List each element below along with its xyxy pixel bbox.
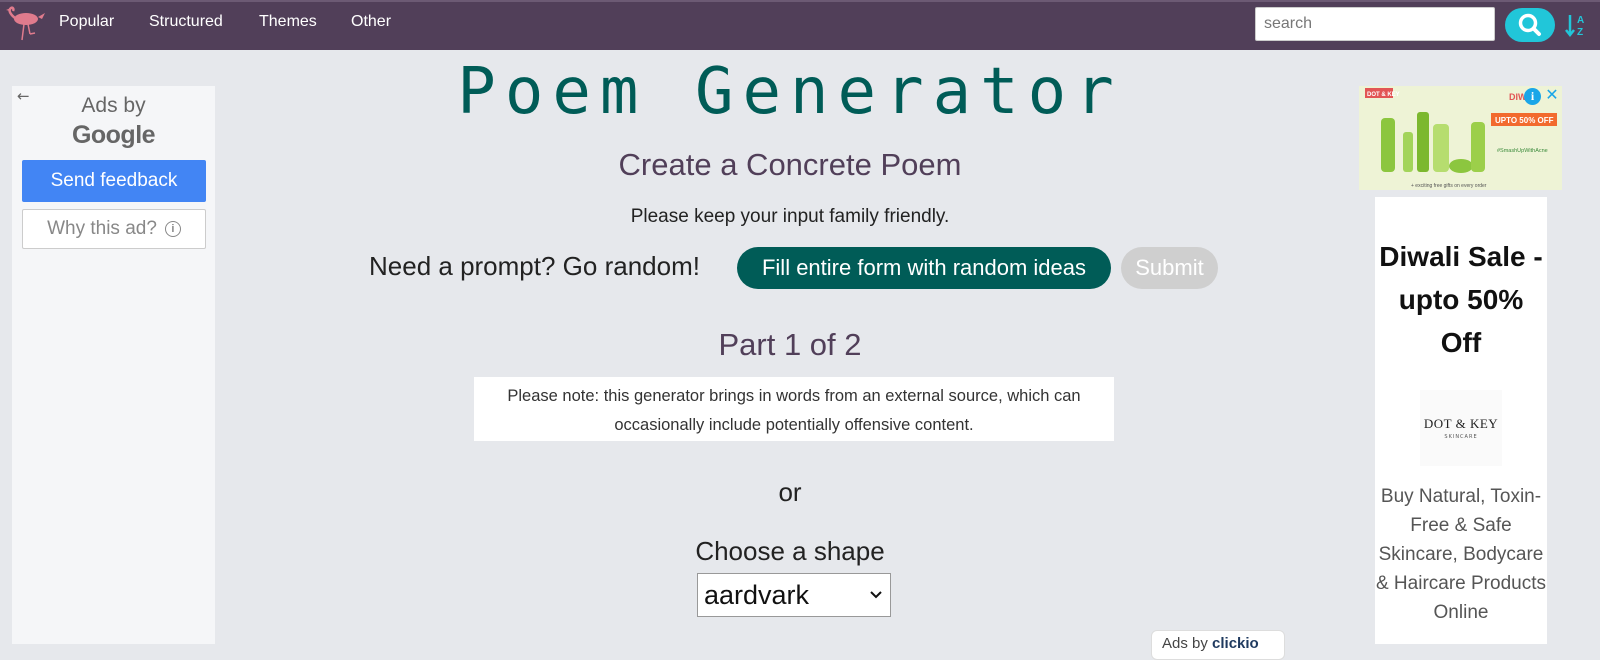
ads-by-label: Ads by <box>81 94 146 117</box>
submit-button[interactable]: Submit <box>1121 247 1218 289</box>
content-warning: Please note: this generator brings in wo… <box>474 377 1114 441</box>
top-navbar: Popular Structured Themes Other A Z <box>0 0 1600 50</box>
flamingo-logo-icon[interactable] <box>2 4 46 44</box>
adchoices-icon[interactable]: i <box>1524 88 1541 105</box>
part-indicator: Part 1 of 2 <box>718 327 862 362</box>
nav-link-themes[interactable]: Themes <box>259 13 317 31</box>
family-friendly-note: Please keep your input family friendly. <box>630 206 950 227</box>
why-this-ad-button[interactable]: Why this ad? i <box>22 209 206 249</box>
ad-deal-title[interactable]: Diwali Sale - upto 50% Off <box>1375 235 1547 364</box>
nav-link-other[interactable]: Other <box>351 13 391 31</box>
search-button[interactable] <box>1505 8 1555 42</box>
info-icon: i <box>164 221 181 237</box>
ads-by-clickio-badge[interactable]: Ads by clickio <box>1151 630 1285 660</box>
fill-random-button[interactable]: Fill entire form with random ideas <box>737 247 1111 289</box>
close-icon[interactable]: ✕ <box>1543 86 1561 104</box>
nav-link-popular[interactable]: Popular <box>59 13 114 31</box>
brand-logo: DOT & KEY SKINCARE <box>1420 390 1502 466</box>
brand-logo-name: DOT & KEY <box>1423 416 1499 431</box>
send-feedback-button[interactable]: Send feedback <box>22 160 206 202</box>
site-title: Poem Generator <box>457 55 1123 129</box>
why-this-ad-label: Why this ad? <box>47 218 157 239</box>
ad-deal-text[interactable]: Buy Natural, Toxin-Free & Safe Skincare,… <box>1375 482 1547 627</box>
banner-brand: DOT & KEY <box>1367 92 1400 98</box>
google-logo: Google <box>71 121 156 149</box>
search-icon <box>1518 13 1541 36</box>
svg-text:A: A <box>1577 15 1584 26</box>
navbar-top-line <box>0 0 1600 2</box>
shape-select-value: aardvark <box>704 580 810 610</box>
nav-link-structured[interactable]: Structured <box>149 13 223 31</box>
svg-text:Z: Z <box>1577 27 1583 38</box>
sort-az-icon[interactable]: A Z <box>1565 12 1589 38</box>
banner-hashtag: #SmashUpWithAcne <box>1497 148 1548 154</box>
page-subtitle: Create a Concrete Poem <box>618 147 962 182</box>
banner-offer: UPTO 50% OFF <box>1495 116 1554 125</box>
chevron-down-icon <box>870 591 882 599</box>
or-separator: or <box>778 477 802 507</box>
brand-logo-sub: SKINCARE <box>1444 434 1478 440</box>
search-input[interactable] <box>1255 7 1495 41</box>
random-prompt-label: Need a prompt? Go random! <box>369 251 700 281</box>
shape-select[interactable]: aardvark <box>697 573 891 617</box>
choose-shape-label: Choose a shape <box>695 536 885 566</box>
banner-footer: + exciting free gifts on every order <box>1411 183 1487 189</box>
